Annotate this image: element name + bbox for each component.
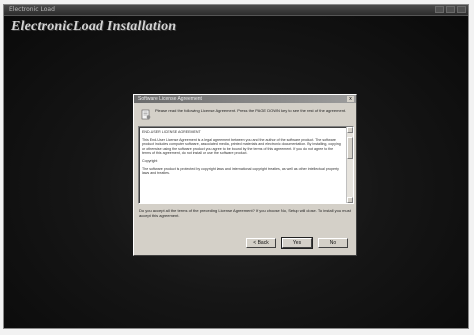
back-button[interactable]: < Back bbox=[246, 238, 276, 248]
window-title: Electronic Load bbox=[9, 6, 55, 13]
dialog-titlebar[interactable]: Software License Agreement x bbox=[134, 95, 356, 103]
license-paragraph: This End-User License Agreement is a leg… bbox=[142, 137, 341, 156]
dialog-close-button[interactable]: x bbox=[347, 96, 354, 102]
dialog-title: Software License Agreement bbox=[138, 96, 202, 102]
window-controls bbox=[435, 6, 466, 13]
window-titlebar[interactable]: Electronic Load bbox=[4, 5, 468, 16]
license-scrollbar[interactable] bbox=[346, 127, 353, 203]
scroll-up-arrow-icon[interactable] bbox=[347, 127, 353, 133]
minimize-button[interactable] bbox=[435, 6, 444, 13]
no-button[interactable]: No bbox=[318, 238, 348, 248]
license-copyright-heading: Copyright bbox=[142, 158, 158, 163]
dialog-intro: Please read the following License Agreem… bbox=[138, 107, 352, 123]
maximize-button[interactable] bbox=[446, 6, 455, 13]
installer-window: Electronic Load ElectronicLoad Installat… bbox=[3, 4, 469, 329]
dialog-button-row: < Back Yes No bbox=[246, 237, 348, 249]
license-icon bbox=[141, 109, 151, 120]
license-text: END-USER LICENSE AGREEMENT This End-User… bbox=[142, 130, 342, 179]
scroll-down-arrow-icon[interactable] bbox=[347, 197, 353, 203]
license-dialog: Software License Agreement x Please read… bbox=[133, 94, 357, 256]
license-paragraph: The software product is protected by cop… bbox=[142, 166, 339, 176]
license-text-box[interactable]: END-USER LICENSE AGREEMENT This End-User… bbox=[138, 126, 354, 204]
dialog-instructions: Please read the following License Agreem… bbox=[155, 108, 347, 113]
close-window-button[interactable] bbox=[457, 6, 466, 13]
accept-question: Do you accept all the terms of the prece… bbox=[139, 208, 351, 218]
license-heading: END-USER LICENSE AGREEMENT bbox=[142, 130, 201, 134]
installer-heading: ElectronicLoad Installation bbox=[11, 19, 177, 34]
scroll-thumb[interactable] bbox=[347, 137, 353, 159]
yes-button[interactable]: Yes bbox=[281, 237, 313, 249]
